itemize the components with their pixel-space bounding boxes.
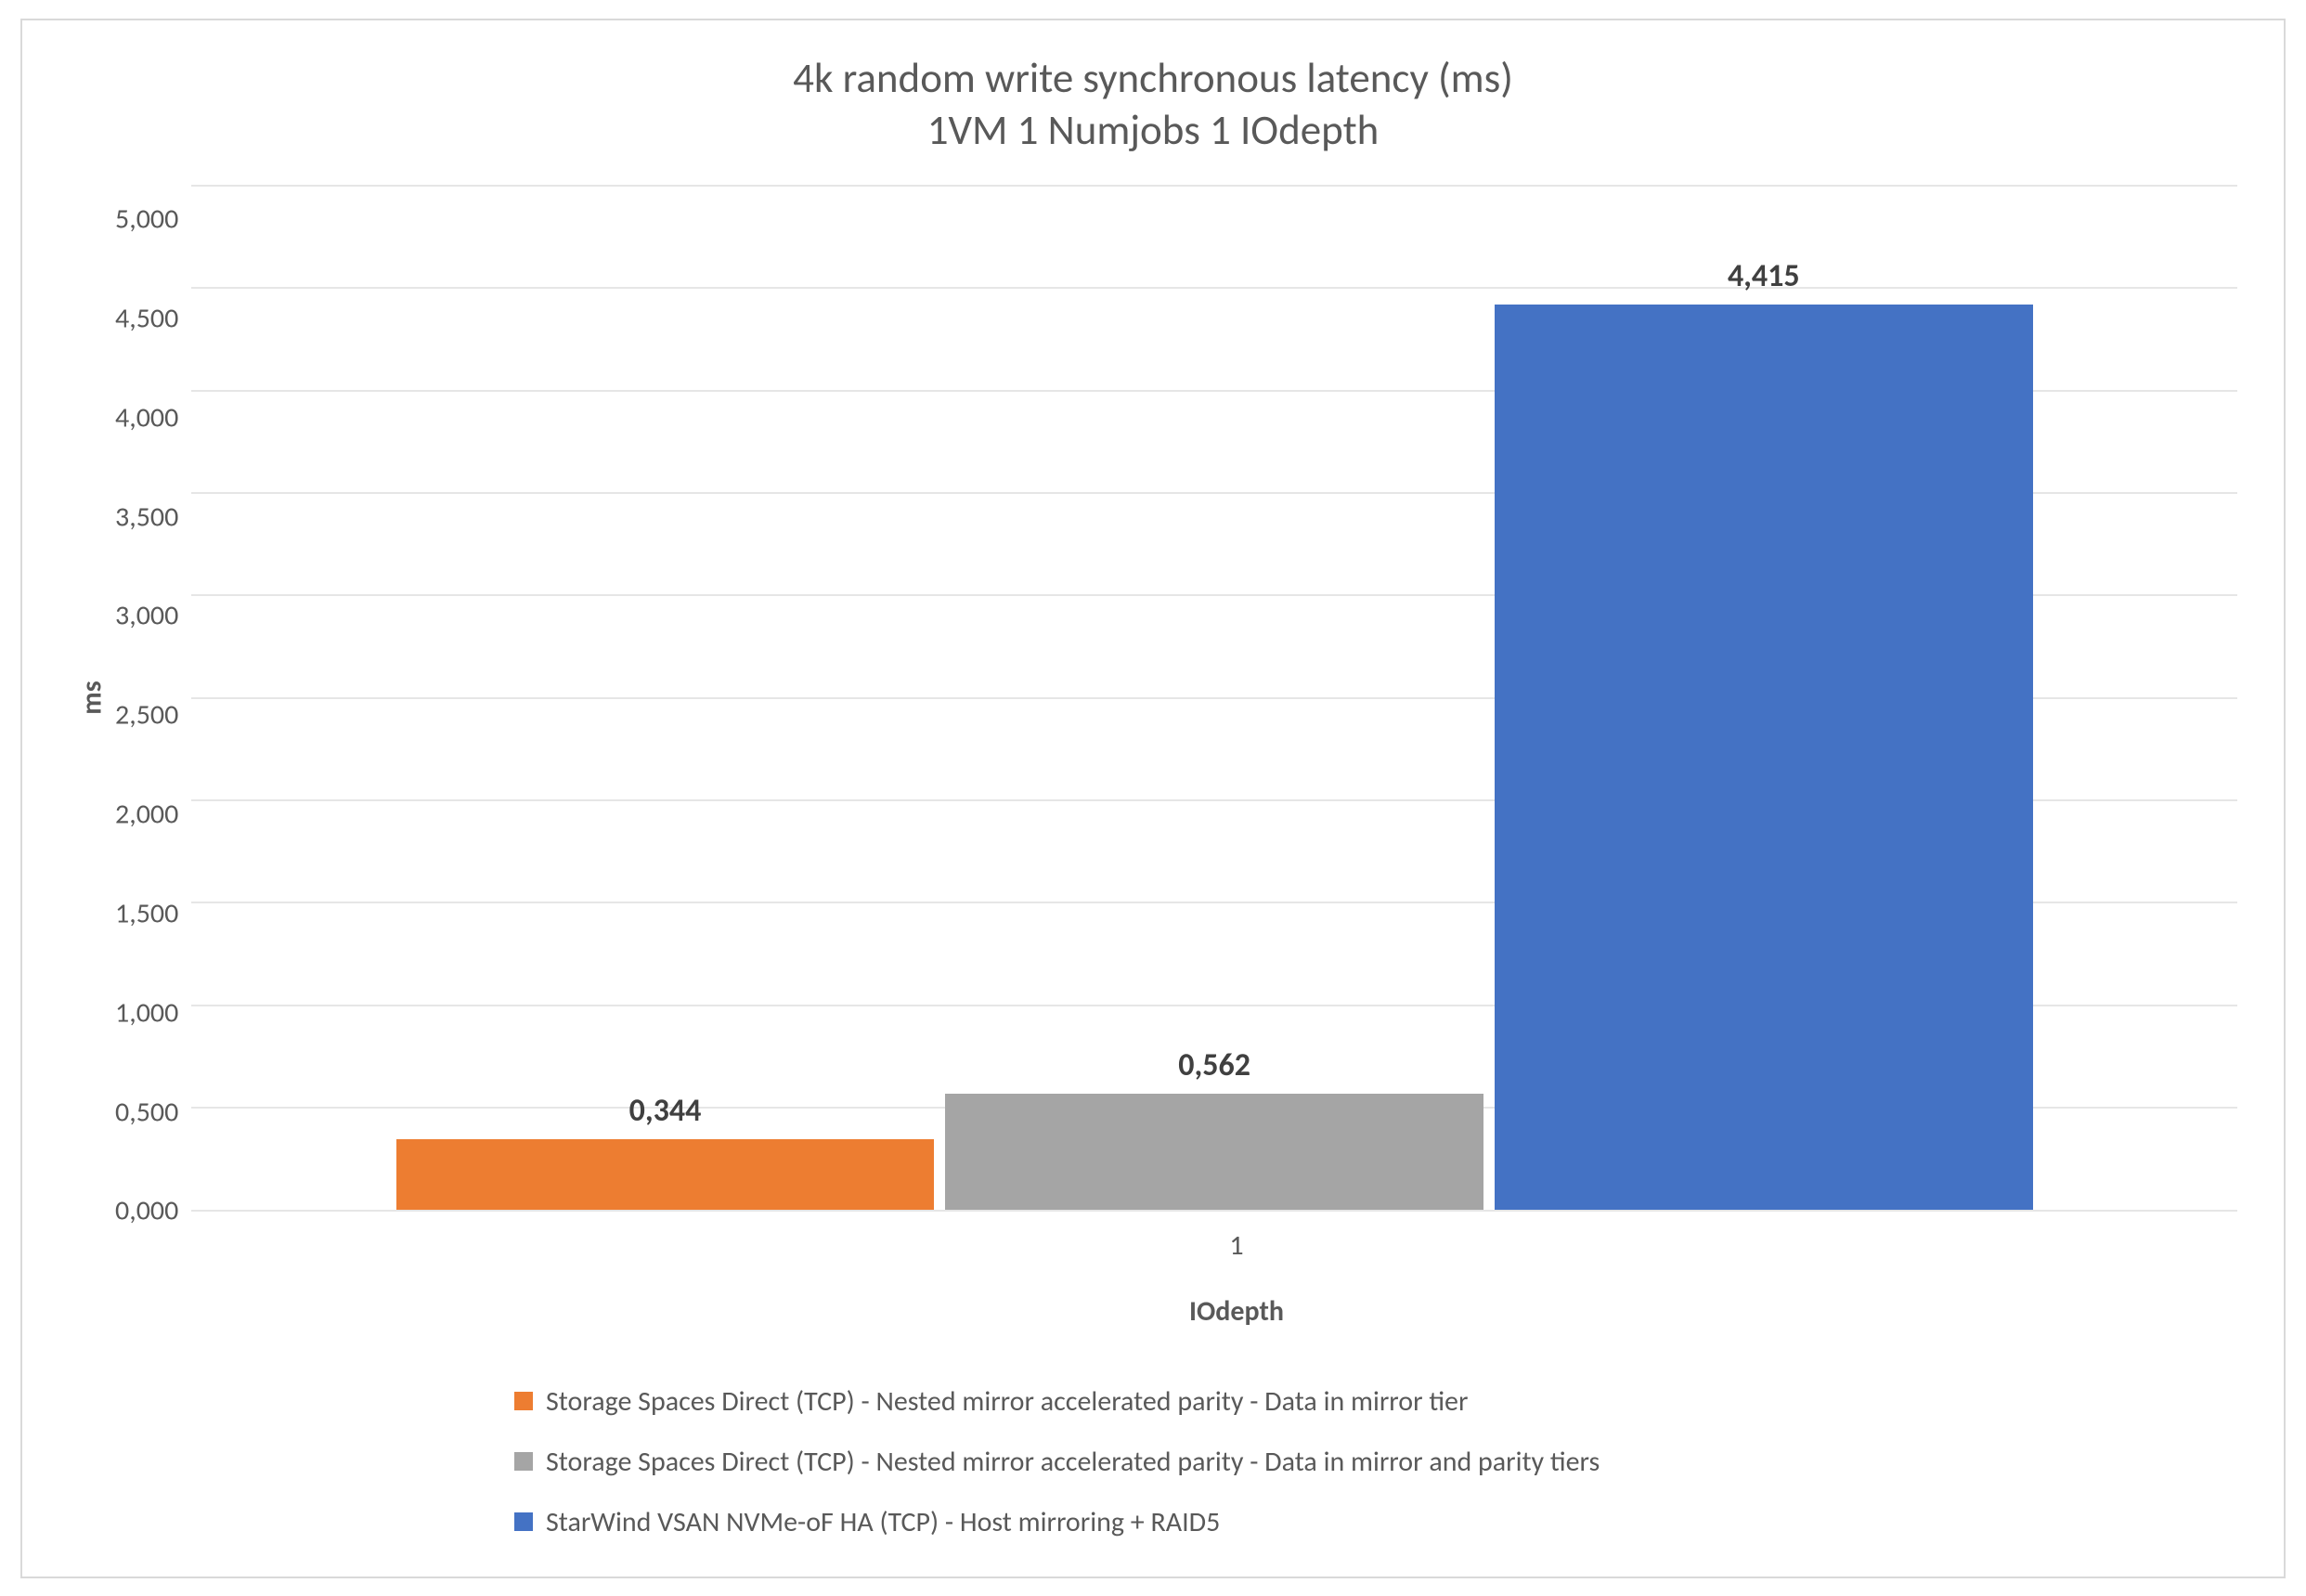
x-axis-title: IOdepth	[236, 1294, 2237, 1329]
chart-container: 4k random write synchronous latency (ms)…	[20, 19, 2286, 1578]
y-axis-title: ms	[75, 681, 110, 715]
bar-value-label: 0,562	[1178, 1046, 1250, 1084]
legend-item-0: Storage Spaces Direct (TCP) - Nested mir…	[514, 1384, 1468, 1419]
plot-row: ms 5,000 4,500 4,000 3,500 3,000 2,500 2,000 1,…	[69, 185, 2237, 1212]
below-plot: 1 IOdepth Storage Spaces Direct (TCP) - …	[69, 1212, 2237, 1539]
bar-value-label: 4,415	[1728, 257, 1800, 295]
legend-swatch	[514, 1392, 533, 1410]
y-axis-tick-label: 1,000	[115, 995, 178, 1030]
bar-0: 0,344	[396, 185, 935, 1210]
bar-rect	[1495, 305, 2033, 1209]
gridline	[191, 1210, 2237, 1212]
y-axis-tick-label: 0,500	[115, 1095, 178, 1129]
legend-item-1: Storage Spaces Direct (TCP) - Nested mir…	[514, 1445, 1600, 1479]
bar-rect	[945, 1094, 1483, 1209]
y-axis-tick-label: 1,500	[115, 896, 178, 930]
y-axis-tick-label: 4,500	[115, 301, 178, 335]
y-axis-tick-label: 3,000	[115, 599, 178, 633]
chart-title-line2: 1VM 1 Numjobs 1 IOdepth	[69, 105, 2237, 157]
y-axis-tick-label: 5,000	[115, 202, 178, 237]
chart-title: 4k random write synchronous latency (ms)…	[69, 53, 2237, 158]
y-axis-tick-label: 0,000	[115, 1194, 178, 1228]
x-axis-category-label: 1	[236, 1228, 2237, 1263]
y-axis-tick-label: 2,500	[115, 698, 178, 733]
bar-group: 0,344 0,562 4,415	[396, 185, 2033, 1210]
chart-title-line1: 4k random write synchronous latency (ms)	[69, 53, 2237, 105]
legend-label: Storage Spaces Direct (TCP) - Nested mir…	[546, 1384, 1468, 1419]
y-axis-ticks: 5,000 4,500 4,000 3,500 3,000 2,500 2,000 1,500…	[115, 185, 191, 1212]
y-axis-tick-label: 4,000	[115, 400, 178, 435]
y-axis-tick-label: 3,500	[115, 500, 178, 534]
y-axis-tick-label: 2,000	[115, 798, 178, 832]
bar-rect	[396, 1139, 935, 1210]
legend-swatch	[514, 1512, 533, 1531]
bar-1: 0,562	[945, 185, 1483, 1210]
bars-layer: 0,344 0,562 4,415	[191, 185, 2237, 1210]
legend-item-2: StarWind VSAN NVMe-oF HA (TCP) - Host mi…	[514, 1505, 1220, 1539]
legend-swatch	[514, 1452, 533, 1471]
legend-label: StarWind VSAN NVMe-oF HA (TCP) - Host mi…	[546, 1505, 1220, 1539]
plot-area: 0,344 0,562 4,415	[191, 185, 2237, 1212]
bar-value-label: 0,344	[629, 1092, 702, 1130]
legend-label: Storage Spaces Direct (TCP) - Nested mir…	[546, 1445, 1600, 1479]
legend: Storage Spaces Direct (TCP) - Nested mir…	[236, 1384, 2237, 1539]
bar-2: 4,415	[1495, 185, 2033, 1210]
y-axis-title-cell: ms	[69, 185, 115, 1212]
